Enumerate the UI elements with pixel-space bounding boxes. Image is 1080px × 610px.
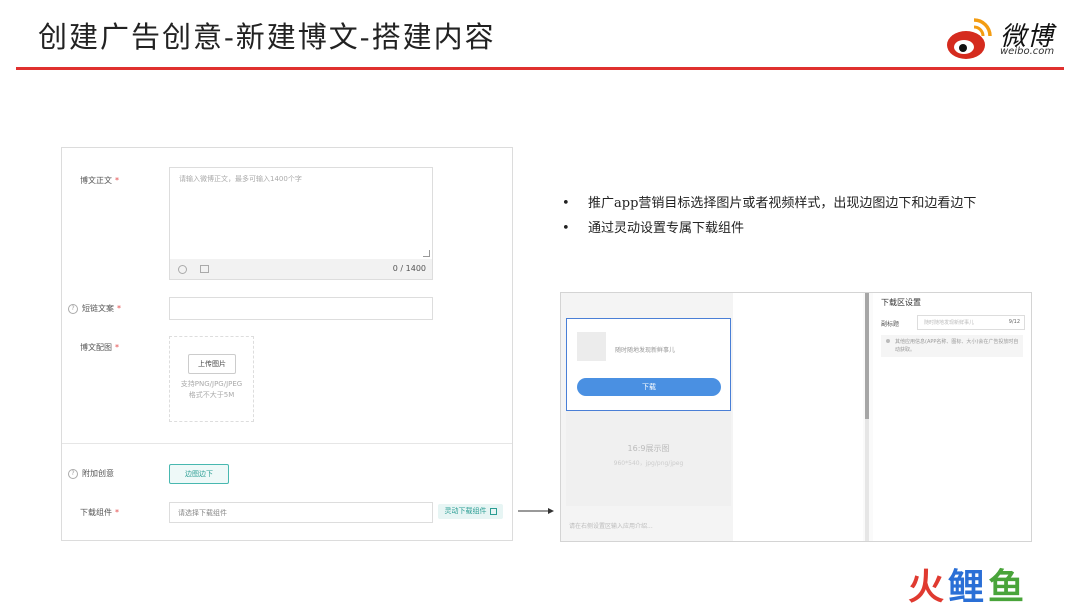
side-image-download-button[interactable]: 边图边下: [169, 464, 229, 484]
bullet-item: 通过灵动设置专属下载组件: [562, 219, 976, 244]
scrollbar-thumb[interactable]: [865, 293, 869, 419]
arrow-icon: [518, 508, 554, 514]
resize-grip-icon[interactable]: [423, 250, 430, 257]
short-link-input[interactable]: [169, 297, 433, 320]
slide-title: 创建广告创意-新建博文-搭建内容: [38, 20, 496, 54]
ad-creative-form: 博文正文 * 请输入微博正文，最多可输入1400个字 0 / 1400 ? 短链文案…: [61, 147, 513, 541]
logo-subtext: weibo.com: [1000, 46, 1055, 57]
image-label: 博文配图 *: [80, 343, 119, 352]
download-component-label: 下载组件 *: [80, 508, 119, 517]
phone-preview: 随时随地发现新鲜事儿 下载 16:9展示图 960*540，jpg/png/jp…: [561, 293, 733, 541]
upload-image-button[interactable]: 上传图片: [188, 354, 236, 374]
watermark-logo: 火鲤鱼: [908, 567, 1029, 608]
app-icon-placeholder: [577, 332, 606, 361]
help-icon[interactable]: ?: [68, 303, 78, 314]
subtitle-label: 副标题: [881, 321, 900, 328]
body-textarea[interactable]: 请输入微博正文，最多可输入1400个字: [169, 167, 433, 260]
image-upload-area[interactable]: 上传图片 支持PNG/JPG/JPEG 格式不大于5M: [169, 336, 254, 422]
body-label: 博文正文 *: [80, 176, 119, 185]
info-icon: [886, 339, 890, 343]
char-counter: 0 / 1400: [392, 264, 426, 273]
download-component-select[interactable]: 请选择下载组件: [169, 502, 433, 523]
download-button[interactable]: 下载: [577, 378, 721, 396]
image-icon[interactable]: [200, 265, 209, 273]
settings-title: 下载区设置: [881, 298, 921, 307]
emoji-icon[interactable]: [178, 265, 187, 274]
title-divider: [16, 67, 1064, 70]
card-title: 随时随地发现新鲜事儿: [615, 347, 676, 354]
help-icon[interactable]: ?: [68, 468, 78, 479]
image-placeholder: 16:9展示图 960*540，jpg/png/jpeg: [566, 411, 731, 506]
download-settings-panel: 下载区设置 副标题 随时随地发现新鲜事儿 9/12 其他应用信息(APP名称、图…: [873, 293, 1031, 541]
short-link-label: ? 短链文案 *: [68, 303, 121, 314]
textarea-toolbar: 0 / 1400: [169, 259, 433, 280]
upload-hint: 支持PNG/JPG/JPEG 格式不大于5M: [180, 380, 243, 399]
subtitle-input[interactable]: 随时随地发现新鲜事儿 9/12: [917, 315, 1025, 330]
bullet-list: 推广app营销目标选择图片或者视频样式，出现边图边下和边看边下 通过灵动设置专属…: [562, 194, 976, 244]
external-link-icon: [489, 507, 497, 515]
download-placeholder: 请选择下载组件: [178, 509, 227, 517]
body-placeholder: 请输入微博正文，最多可输入1400个字: [179, 175, 302, 183]
section-divider: [62, 443, 512, 444]
bullet-item: 推广app营销目标选择图片或者视频样式，出现边图边下和边看边下: [562, 194, 976, 219]
extra-creative-label: ? 附加创意: [68, 468, 114, 479]
download-preview: 随时随地发现新鲜事儿 下载 16:9展示图 960*540，jpg/png/jp…: [560, 292, 1032, 542]
app-intro-text: 请在右侧设置区输入应用介绍...: [569, 523, 653, 530]
settings-note: 其他应用信息(APP名称、图标、大小)会在广告投放时自动获取。: [881, 335, 1023, 357]
dynamic-download-link[interactable]: 灵动下载组件: [438, 504, 503, 519]
download-card[interactable]: 随时随地发现新鲜事儿 下载: [566, 318, 731, 411]
